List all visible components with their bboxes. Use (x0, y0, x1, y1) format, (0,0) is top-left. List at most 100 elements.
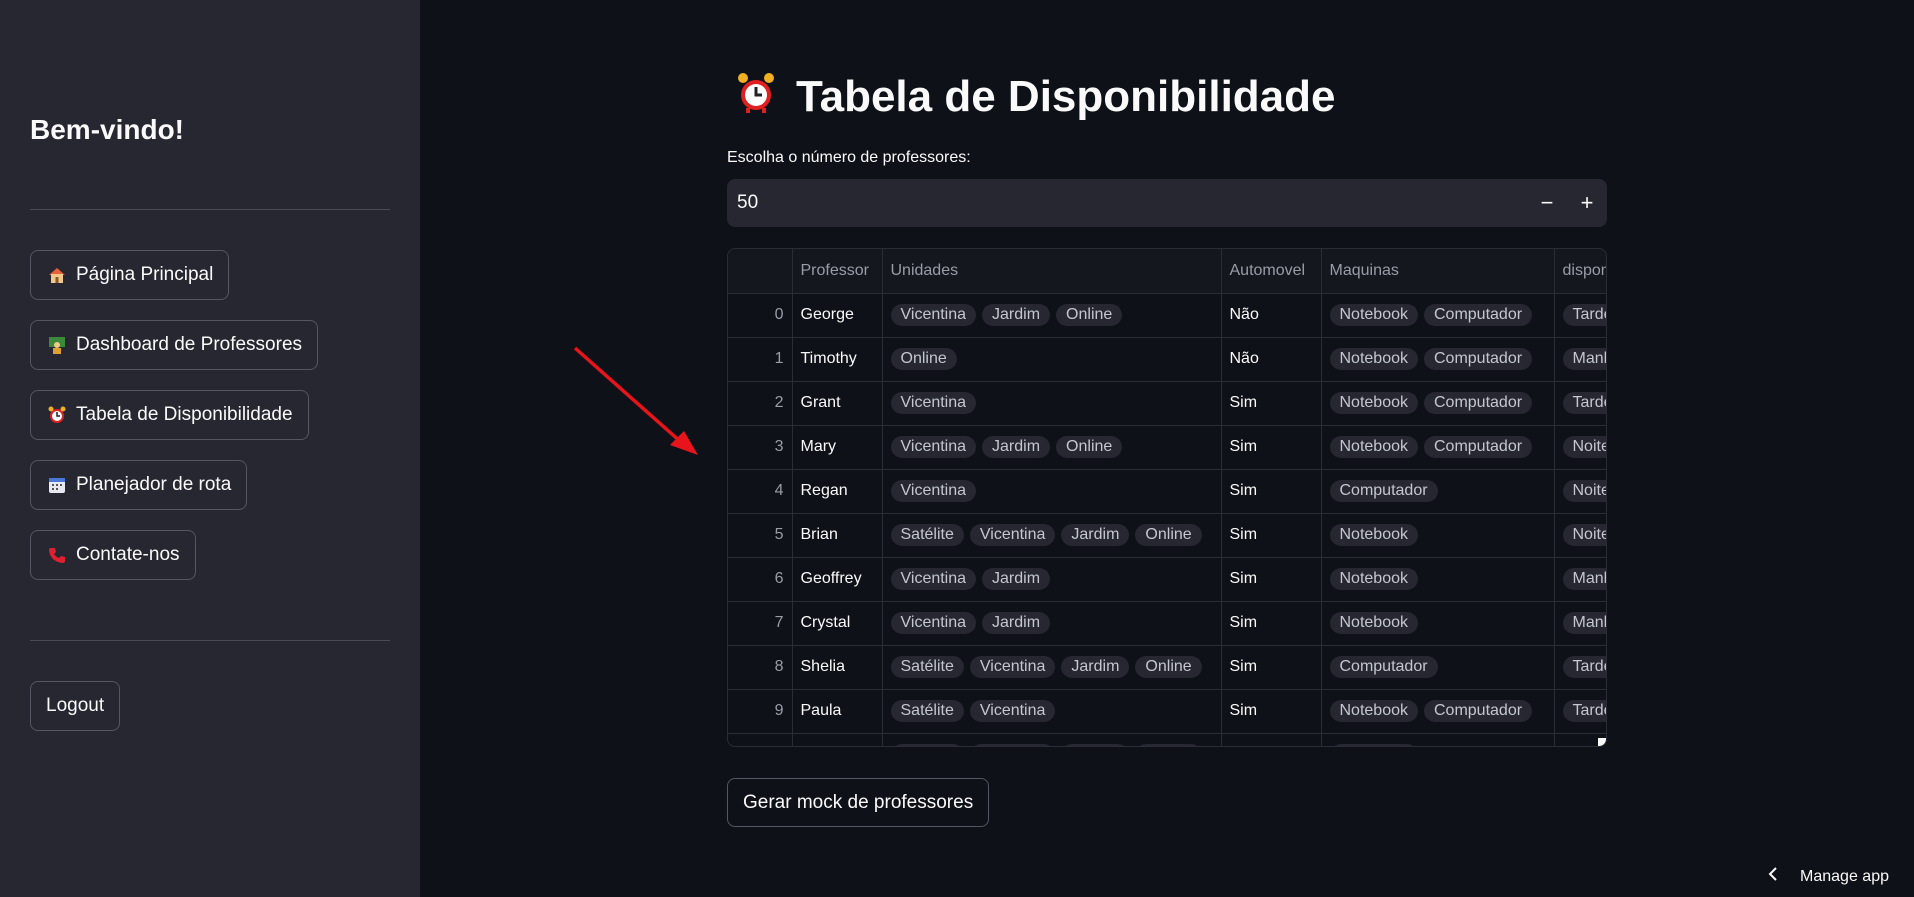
table-row[interactable]: 9 Paula Satélite Vicentina Sim Notebook Comput… (728, 689, 1606, 734)
unidades-cell[interactable]: Vicentina (882, 381, 1222, 426)
row-index-cell[interactable]: 2 (728, 381, 793, 426)
table-row[interactable]: 1Timothy Online Não Notebook Computador Manh (728, 337, 1606, 382)
column-header-professor[interactable]: Professor (792, 249, 883, 294)
increment-button[interactable]: + (1567, 179, 1607, 227)
professor-cell[interactable]: Geoffrey (792, 557, 883, 602)
professor-cell[interactable]: Paula (792, 689, 883, 734)
automovel-cell[interactable]: Sim (1221, 645, 1322, 690)
nav-button-pagina-principal[interactable]: Página Principal (30, 250, 230, 300)
manage-app-button[interactable]: Manage app (1768, 866, 1889, 887)
professor-cell[interactable]: Timothy (792, 337, 883, 382)
unidades-cell[interactable]: SatéliteVicentinaJardimOnline (882, 513, 1222, 558)
automovel-cell[interactable] (1221, 733, 1322, 746)
unidade-tag: Jardim (982, 436, 1051, 458)
column-header-unidades[interactable]: Unidades (882, 249, 1222, 294)
generate-mock-button[interactable]: Gerar mock de professores (727, 778, 990, 827)
table-row[interactable]: 6GeoffreyVicentinaJardimSimNotebookManh (728, 557, 1606, 602)
automovel-cell[interactable]: Sim (1221, 601, 1322, 646)
unidades-cell[interactable]: Vicentina Jardim Online (882, 425, 1222, 470)
table-row[interactable]: Satélite Vicentina Jardim Online Notebook (728, 733, 1606, 746)
unidades-cell[interactable]: Vicentina Jardim (882, 601, 1222, 646)
disponibilidade-cell[interactable]: Noite (1554, 513, 1606, 558)
nav-button-dashboard-professores[interactable]: Dashboard de Professores (30, 320, 319, 370)
disponibilidade-cell[interactable]: Tarde (1554, 381, 1606, 426)
column-header-index[interactable] (728, 249, 793, 294)
unidades-cell[interactable]: Satélite Vicentina (882, 689, 1222, 734)
logout-button[interactable]: Logout (30, 681, 121, 731)
maquinas-cell[interactable]: Notebook Computador (1321, 337, 1555, 382)
row-index-cell[interactable]: 8 (728, 645, 793, 690)
column-header-automovel[interactable]: Automovel (1221, 249, 1322, 294)
row-index-cell[interactable]: 0 (728, 293, 793, 338)
automovel-cell[interactable]: Sim (1221, 381, 1322, 426)
unidade-tag: Online (1135, 524, 1202, 546)
row-index-cell[interactable] (728, 733, 793, 746)
availability-table[interactable]: Professor Unidades Automovel Maquinas di… (727, 248, 1607, 747)
automovel-cell[interactable]: Sim (1221, 557, 1322, 602)
table-resize-handle[interactable] (1598, 738, 1606, 746)
maquinas-cell[interactable]: Computador (1321, 469, 1555, 514)
unidades-cell[interactable]: SatéliteVicentinaJardimOnline (882, 733, 1222, 746)
maquinas-cell[interactable]: Notebook (1321, 513, 1555, 558)
maquinas-cell[interactable]: Notebook (1321, 733, 1555, 746)
row-index-cell[interactable]: 3 (728, 425, 793, 470)
table-row[interactable]: 5 Brian Satélite Vicentina Jardim Online Sim No… (728, 513, 1606, 558)
row-index-cell[interactable]: 6 (728, 557, 793, 602)
row-index-cell[interactable]: 9 (728, 689, 793, 734)
table-row[interactable]: 7CrystalVicentinaJardimSimNotebookManh (728, 601, 1606, 646)
unidades-cell[interactable]: Online (882, 337, 1222, 382)
disponibilidade-cell[interactable]: Noite (1554, 469, 1606, 514)
table-row[interactable]: 8 Shelia Satélite Vicentina Jardim Online Sim C… (728, 645, 1606, 690)
disponibilidade-cell[interactable]: Manh (1554, 337, 1606, 382)
column-header-maquinas[interactable]: Maquinas (1321, 249, 1555, 294)
professors-number-value[interactable]: 50 (727, 192, 1527, 214)
professor-cell[interactable]: Shelia (792, 645, 883, 690)
maquinas-cell[interactable]: Notebook Computador (1321, 425, 1555, 470)
maquinas-cell[interactable]: Notebook (1321, 601, 1555, 646)
table-row[interactable]: 3 Mary Vicentina Jardim Online Sim Notebook Com… (728, 425, 1606, 470)
automovel-cell[interactable]: Sim (1221, 513, 1322, 558)
nav-button-contate-nos[interactable]: Contate-nos (30, 530, 196, 580)
row-index-cell[interactable]: 4 (728, 469, 793, 514)
professor-cell[interactable]: Mary (792, 425, 883, 470)
decrement-button[interactable]: − (1527, 179, 1567, 227)
automovel-cell[interactable]: Não (1221, 337, 1322, 382)
maquinas-cell[interactable]: Notebook Computador (1321, 381, 1555, 426)
disponibilidade-cell[interactable]: Tarde (1554, 293, 1606, 338)
maquinas-cell[interactable]: Notebook Computador (1321, 293, 1555, 338)
professor-cell[interactable]: Regan (792, 469, 883, 514)
professor-cell[interactable] (792, 733, 883, 746)
unidade-tag: Jardim (1061, 656, 1130, 678)
maquinas-cell[interactable]: Notebook (1321, 557, 1555, 602)
disponibilidade-cell[interactable]: Manh (1554, 557, 1606, 602)
unidade-tag: Satélite (890, 656, 964, 678)
disponibilidade-cell[interactable]: Tarde (1554, 689, 1606, 734)
automovel-cell[interactable]: Sim (1221, 425, 1322, 470)
table-row[interactable]: 2 Grant Vicentina Sim Notebook Computador Tard… (728, 381, 1606, 426)
professor-cell[interactable]: Crystal (792, 601, 883, 646)
professor-cell[interactable]: Grant (792, 381, 883, 426)
maquina-tag: Computador (1424, 304, 1533, 326)
unidades-cell[interactable]: Vicentina Jardim Online (882, 293, 1222, 338)
unidades-cell[interactable]: Vicentina Jardim (882, 557, 1222, 602)
row-index-cell[interactable]: 5 (728, 513, 793, 558)
unidades-cell[interactable]: Vicentina (882, 469, 1222, 514)
table-row[interactable]: 0 George Vicentina Jardim Online Não Notebook C… (728, 293, 1606, 338)
automovel-cell[interactable]: Sim (1221, 469, 1322, 514)
disponibilidade-cell[interactable]: Noite (1554, 425, 1606, 470)
nav-button-planejador-rota[interactable]: Planejador de rota (30, 460, 248, 510)
maquinas-cell[interactable]: Notebook Computador (1321, 689, 1555, 734)
professor-cell[interactable]: Brian (792, 513, 883, 558)
automovel-cell[interactable]: Sim (1221, 689, 1322, 734)
maquinas-cell[interactable]: Computador (1321, 645, 1555, 690)
row-index-cell[interactable]: 1 (728, 337, 793, 382)
row-index-cell[interactable]: 7 (728, 601, 793, 646)
column-header-disponibilidade[interactable]: dispon (1554, 249, 1606, 294)
table-row[interactable]: 4 Regan Vicentina Sim Computador Noite (728, 469, 1606, 514)
unidades-cell[interactable]: SatéliteVicentinaJardimOnline (882, 645, 1222, 690)
nav-button-tabela-disponibilidade[interactable]: Tabela de Disponibilidade (30, 390, 309, 440)
professor-cell[interactable]: George (792, 293, 883, 338)
disponibilidade-cell[interactable]: Tarde (1554, 645, 1606, 690)
disponibilidade-cell[interactable]: Manh (1554, 601, 1606, 646)
automovel-cell[interactable]: Não (1221, 293, 1322, 338)
